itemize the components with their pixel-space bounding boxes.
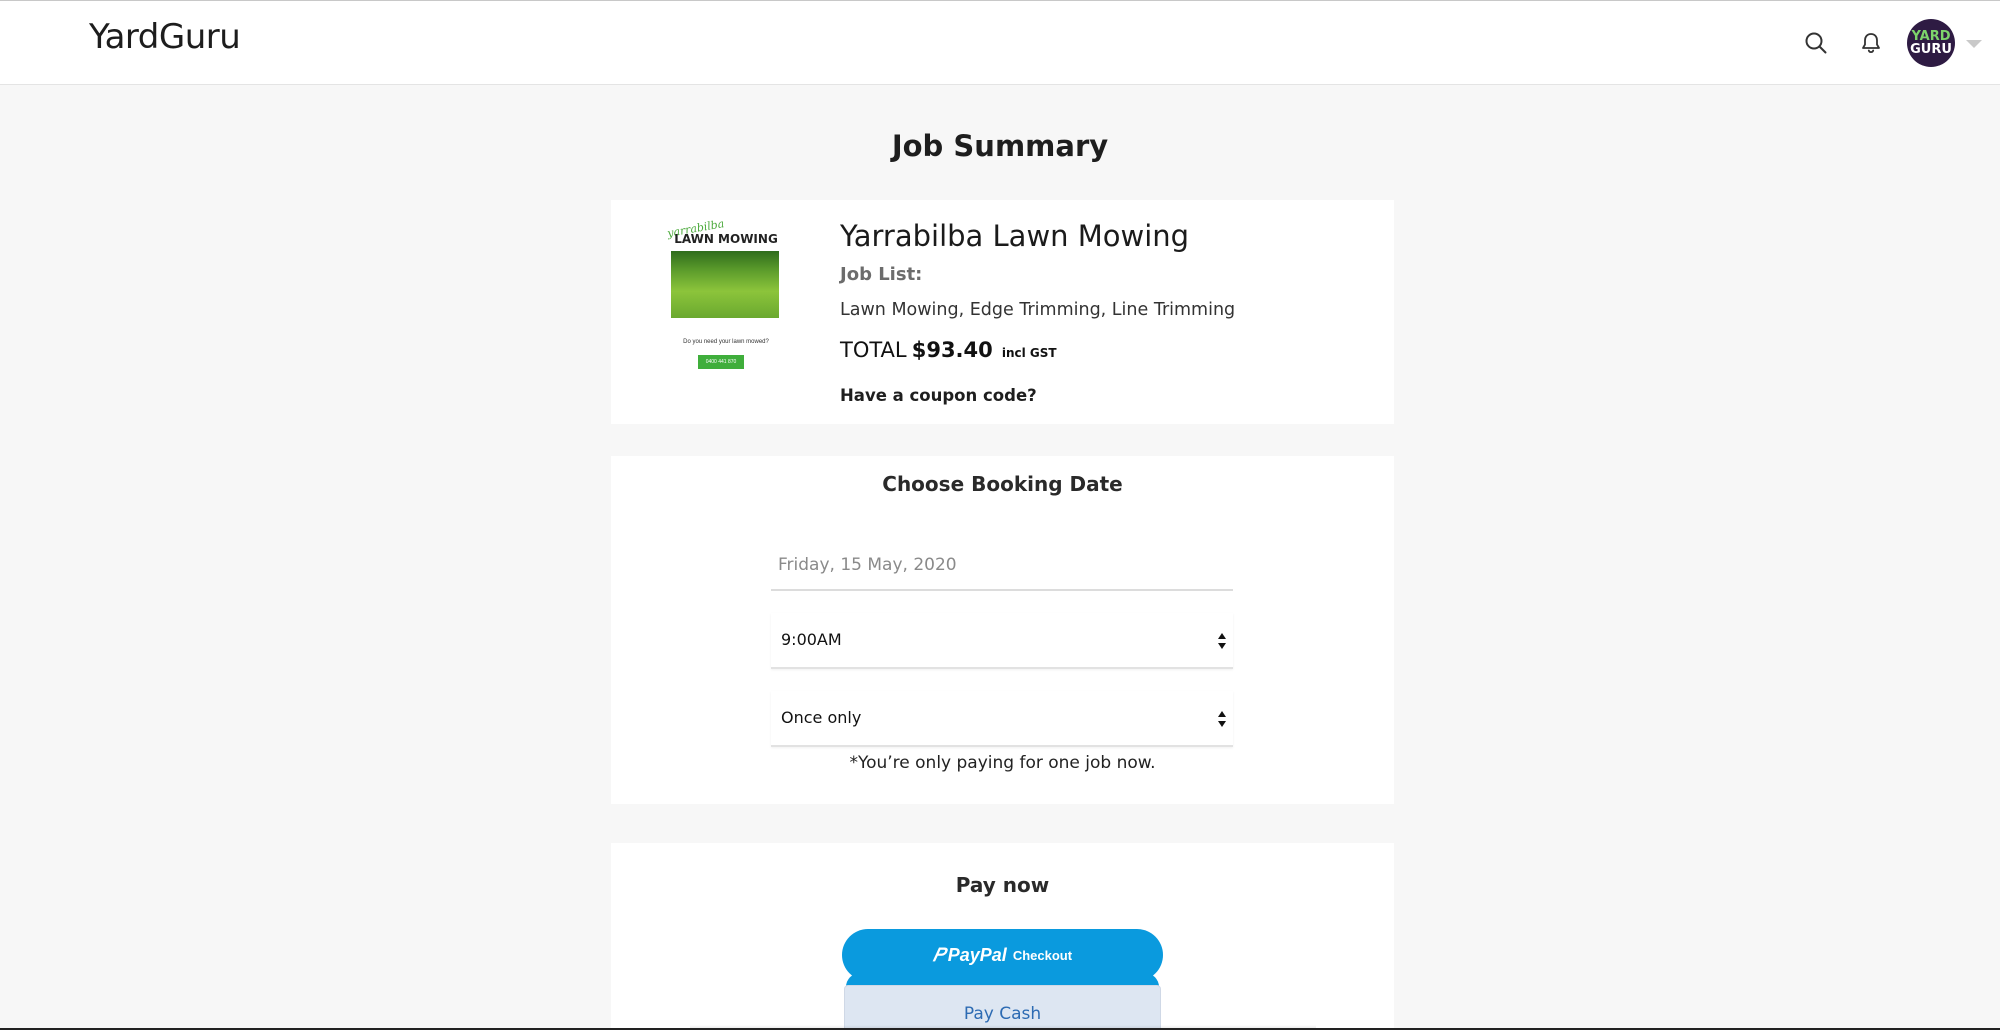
- search-icon[interactable]: [1801, 28, 1831, 58]
- total-row: TOTAL $93.40 incl GST: [840, 338, 1057, 362]
- thumbnail-question: Do you need your lawn mowed?: [683, 339, 769, 345]
- business-name: Yarrabilba Lawn Mowing: [840, 219, 1190, 253]
- top-navbar: YardGuru YARD GURU: [0, 1, 2000, 85]
- avatar-line-2: GURU: [1910, 42, 1952, 57]
- paypal-label: Checkout: [1012, 947, 1073, 963]
- total-amount: $93.40: [911, 338, 993, 362]
- coupon-link[interactable]: Have a coupon code?: [840, 386, 1037, 405]
- lawn-image: [671, 251, 779, 318]
- chevron-down-icon[interactable]: [1966, 40, 1982, 48]
- payment-card: Pay now 𝑃 PayPal Checkout Pay Cash: [611, 843, 1394, 1030]
- paypal-logo: PayPal: [947, 944, 1007, 965]
- avatar[interactable]: YARD GURU: [1907, 19, 1955, 67]
- booking-card: Choose Booking Date Friday, 15 May, 2020…: [611, 456, 1394, 804]
- job-summary-card: yarrabilba LAWN MOWING Do you need your …: [611, 200, 1394, 424]
- total-suffix: incl GST: [1001, 346, 1057, 360]
- select-arrows-icon: [1218, 711, 1226, 727]
- pay-cash-button[interactable]: Pay Cash: [844, 985, 1161, 1030]
- business-thumbnail: yarrabilba LAWN MOWING Do you need your …: [666, 217, 785, 382]
- booking-time-select[interactable]: 9:00AM: [771, 613, 1233, 669]
- bell-icon[interactable]: [1856, 28, 1886, 58]
- booking-note: *You’re only paying for one job now.: [849, 753, 1156, 773]
- payment-title: Pay now: [955, 873, 1050, 897]
- booking-date-input[interactable]: Friday, 15 May, 2020: [771, 549, 1233, 591]
- select-arrows-icon: [1218, 633, 1226, 649]
- booking-frequency-value: Once only: [781, 708, 862, 727]
- job-list-label: Job List:: [840, 264, 923, 285]
- job-list: Lawn Mowing, Edge Trimming, Line Trimmin…: [840, 300, 1236, 320]
- booking-frequency-select[interactable]: Once only: [771, 691, 1233, 747]
- booking-time-value: 9:00AM: [781, 630, 842, 649]
- thumbnail-heading: LAWN MOWING: [674, 232, 778, 246]
- thumbnail-phone: 0400 441 870: [698, 355, 744, 369]
- brand-logo[interactable]: YardGuru: [89, 17, 241, 57]
- paypal-checkout-button[interactable]: 𝑃 PayPal Checkout: [842, 929, 1163, 981]
- booking-title: Choose Booking Date: [882, 472, 1123, 496]
- total-label: TOTAL: [840, 338, 907, 362]
- page-title: Job Summary: [891, 129, 1109, 163]
- paypal-icon: 𝑃: [932, 944, 945, 965]
